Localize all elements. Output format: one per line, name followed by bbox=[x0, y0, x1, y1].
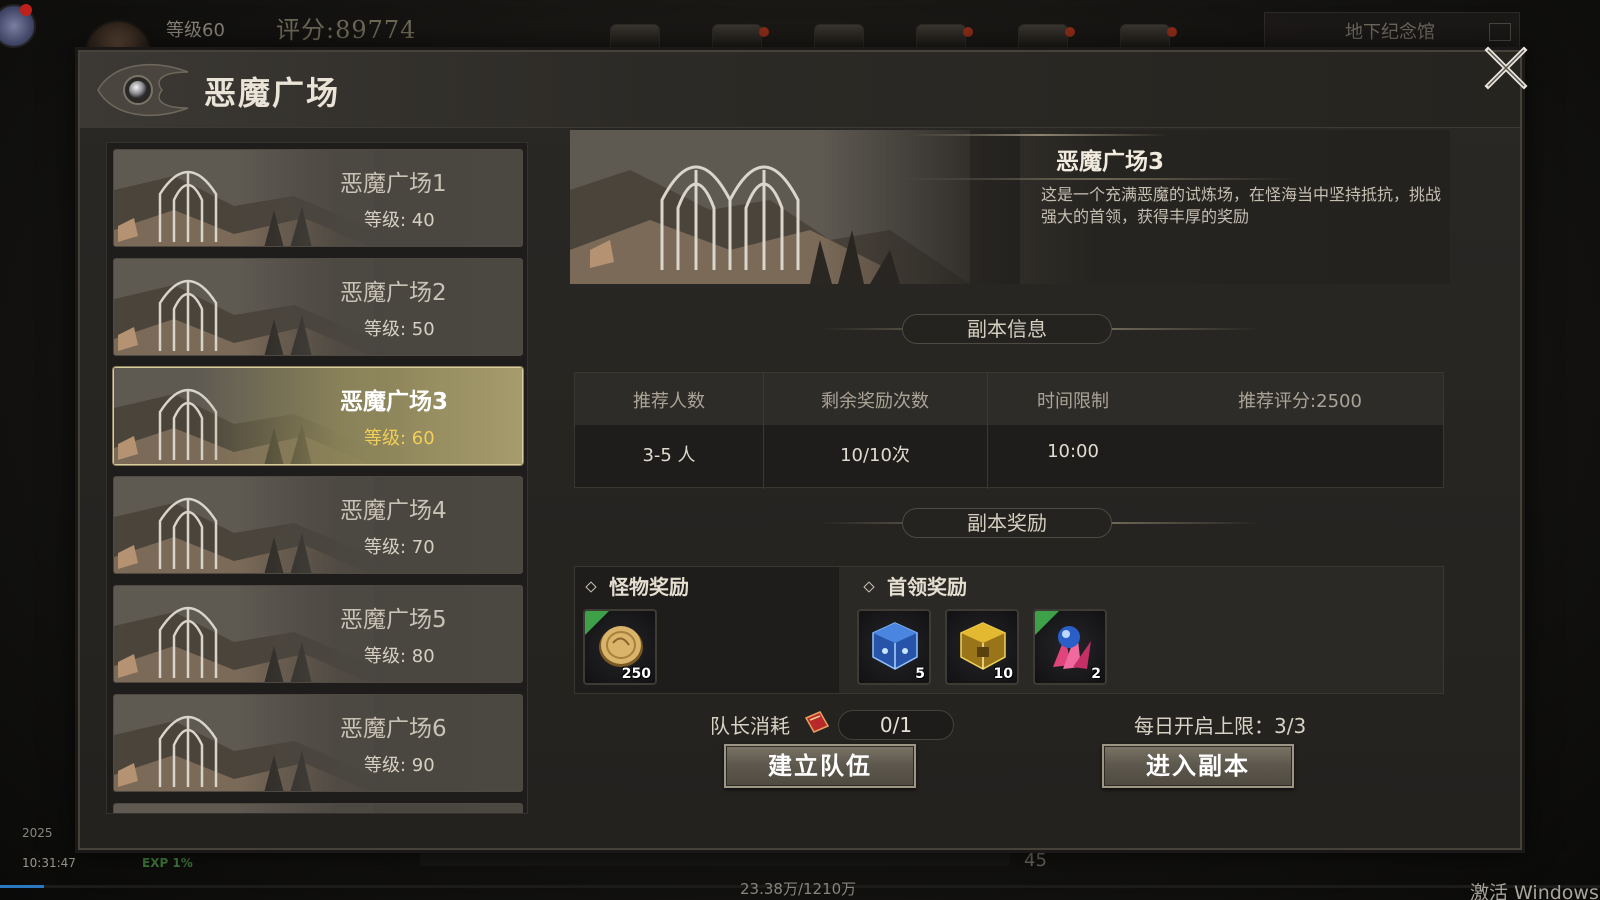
panel-title: 恶魔广场 bbox=[204, 74, 341, 112]
menu-icon-6[interactable] bbox=[1120, 24, 1177, 48]
title-underline bbox=[900, 178, 1300, 180]
reward-slot-gold-coin[interactable]: 250 bbox=[583, 609, 657, 685]
reward-slot-gold-chest[interactable]: 10 bbox=[945, 609, 1019, 685]
title-ornament-line bbox=[910, 134, 1170, 136]
windows-activation-watermark: 激活 Windows bbox=[1470, 882, 1599, 900]
top-hud: 等级60 评分:89774 地下纪念馆 bbox=[0, 0, 1600, 60]
menu-icon-5[interactable] bbox=[1018, 24, 1075, 48]
top-menu-icons bbox=[610, 24, 1177, 48]
dungeon-list[interactable]: 恶魔广场1 等级: 40 恶魔广场2 等级: 50 恶魔广场3 等级: 60 恶… bbox=[106, 142, 528, 814]
money-text: 23.38万/1210万 bbox=[740, 880, 857, 898]
dungeon-list-item[interactable]: 恶魔广场4 等级: 70 bbox=[113, 476, 523, 574]
monster-reward-title: 怪物奖励 bbox=[585, 571, 689, 600]
dungeon-level: 等级: 90 bbox=[364, 755, 435, 776]
exp-bar-fill bbox=[0, 885, 44, 888]
dungeon-name: 恶魔广场3 bbox=[340, 389, 449, 415]
item-shade bbox=[114, 804, 522, 813]
captain-cost-value: 0/1 bbox=[838, 710, 954, 740]
boss-reward-title: 首领奖励 bbox=[863, 571, 967, 600]
dungeon-level: 等级: 80 bbox=[364, 646, 435, 667]
dungeon-list-item[interactable]: 恶魔广场6 等级: 90 bbox=[113, 694, 523, 792]
header-recommended-players: 推荐人数 bbox=[633, 391, 705, 412]
dungeon-level: 等级: 60 bbox=[364, 428, 435, 449]
reward-qty: 2 bbox=[1091, 666, 1101, 682]
player-score: 评分:89774 bbox=[276, 16, 417, 44]
selected-dungeon-title: 恶魔广场3 bbox=[1056, 149, 1165, 175]
daily-open-limit: 每日开启上限：3/3 bbox=[1134, 714, 1307, 738]
currency-count: 45 bbox=[1024, 850, 1047, 871]
dungeon-level: 等级: 50 bbox=[364, 319, 435, 340]
menu-icon-1[interactable] bbox=[610, 24, 660, 48]
value-time-limit: 10:00 bbox=[1047, 441, 1099, 462]
ornament-right bbox=[1110, 522, 1260, 524]
dungeon-name: 恶魔广场2 bbox=[340, 280, 447, 306]
dungeon-list-item[interactable]: 恶魔广场3 等级: 60 bbox=[113, 367, 523, 465]
diamond-bullet-icon bbox=[585, 581, 597, 593]
menu-icon-3[interactable] bbox=[814, 24, 864, 48]
exp-text: EXP 1% bbox=[142, 856, 193, 870]
dungeon-list-item[interactable]: 恶魔广场1 等级: 40 bbox=[113, 149, 523, 247]
dungeon-banner: 恶魔广场3 这是一个充满恶魔的试炼场，在怪海当中坚持抵抗，挑战强大的首领，获得丰… bbox=[570, 130, 1450, 284]
captain-cost-label: 队长消耗 bbox=[710, 714, 790, 738]
minimize-icon[interactable] bbox=[1489, 23, 1511, 41]
red-ticket-icon bbox=[804, 711, 830, 733]
dungeon-name: 恶魔广场5 bbox=[340, 607, 447, 633]
dungeon-name: 恶魔广场6 bbox=[340, 716, 447, 742]
reward-slot-blue-chest[interactable]: 5 bbox=[857, 609, 931, 685]
pink-crystal-orb-icon bbox=[1053, 626, 1091, 669]
panel-header: 恶魔广场 bbox=[80, 52, 1520, 128]
dungeon-name: 恶魔广场4 bbox=[340, 498, 447, 524]
diamond-bullet-icon bbox=[863, 581, 875, 593]
mini-avatar[interactable] bbox=[0, 4, 36, 48]
reward-slot-pink-crystal[interactable]: 2 bbox=[1033, 609, 1107, 685]
player-level: 等级60 bbox=[166, 20, 225, 41]
blue-gem-chest-icon bbox=[872, 622, 918, 670]
dungeon-name: 恶魔广场1 bbox=[340, 171, 447, 197]
dungeon-info-table: 推荐人数 剩余奖励次数 时间限制 推荐评分:2500 3-5 人 10/10次 … bbox=[574, 372, 1444, 489]
header-time-limit: 时间限制 bbox=[1037, 391, 1109, 412]
dungeon-reward-label: 副本奖励 bbox=[902, 508, 1112, 538]
dungeon-info-label: 副本信息 bbox=[902, 314, 1112, 344]
enter-dungeon-button[interactable]: 进入副本 bbox=[1102, 744, 1294, 788]
ornament-right bbox=[1110, 328, 1260, 330]
menu-icon-4[interactable] bbox=[916, 24, 973, 48]
dungeon-level: 等级: 40 bbox=[364, 210, 435, 231]
dungeon-description: 这是一个充满恶魔的试炼场，在怪海当中坚持抵抗，挑战强大的首领，获得丰厚的奖励 bbox=[1041, 185, 1442, 226]
menu-icon-2[interactable] bbox=[712, 24, 769, 48]
gold-chest-icon bbox=[960, 622, 1006, 670]
title-emblem-icon bbox=[97, 63, 189, 117]
demon-square-panel: 恶魔广场 恶魔广场1 等级: 40 恶魔广场2 等级: 50 恶魔广场3 等级:… bbox=[78, 46, 1528, 850]
dungeon-list-item-partial[interactable] bbox=[113, 803, 523, 813]
dungeon-list-item[interactable]: 恶魔广场2 等级: 50 bbox=[113, 258, 523, 356]
monster-reward-title-text: 怪物奖励 bbox=[609, 575, 689, 599]
notification-dot-icon bbox=[20, 4, 32, 16]
date-text: 2025 bbox=[22, 826, 53, 840]
clock-text: 10:31:47 bbox=[22, 856, 76, 870]
reward-box: 怪物奖励 首领奖励 250 5 10 2 bbox=[574, 566, 1444, 694]
boss-reward-title-text: 首领奖励 bbox=[887, 575, 967, 599]
value-remaining-rewards: 10/10次 bbox=[840, 445, 910, 466]
reward-qty: 250 bbox=[621, 666, 651, 682]
header-remaining-rewards: 剩余奖励次数 bbox=[821, 391, 929, 412]
dungeon-level: 等级: 70 bbox=[364, 537, 435, 558]
location-name: 地下纪念馆 bbox=[1345, 22, 1435, 43]
gold-coin-icon bbox=[599, 626, 643, 667]
close-x-icon[interactable] bbox=[1480, 42, 1532, 94]
reward-qty: 10 bbox=[993, 666, 1013, 682]
reward-qty: 5 bbox=[915, 666, 925, 682]
header-recommended-score: 推荐评分:2500 bbox=[1238, 391, 1362, 412]
dungeon-list-item[interactable]: 恶魔广场5 等级: 80 bbox=[113, 585, 523, 683]
create-team-button[interactable]: 建立队伍 bbox=[724, 744, 916, 788]
value-recommended-players: 3-5 人 bbox=[642, 445, 696, 466]
